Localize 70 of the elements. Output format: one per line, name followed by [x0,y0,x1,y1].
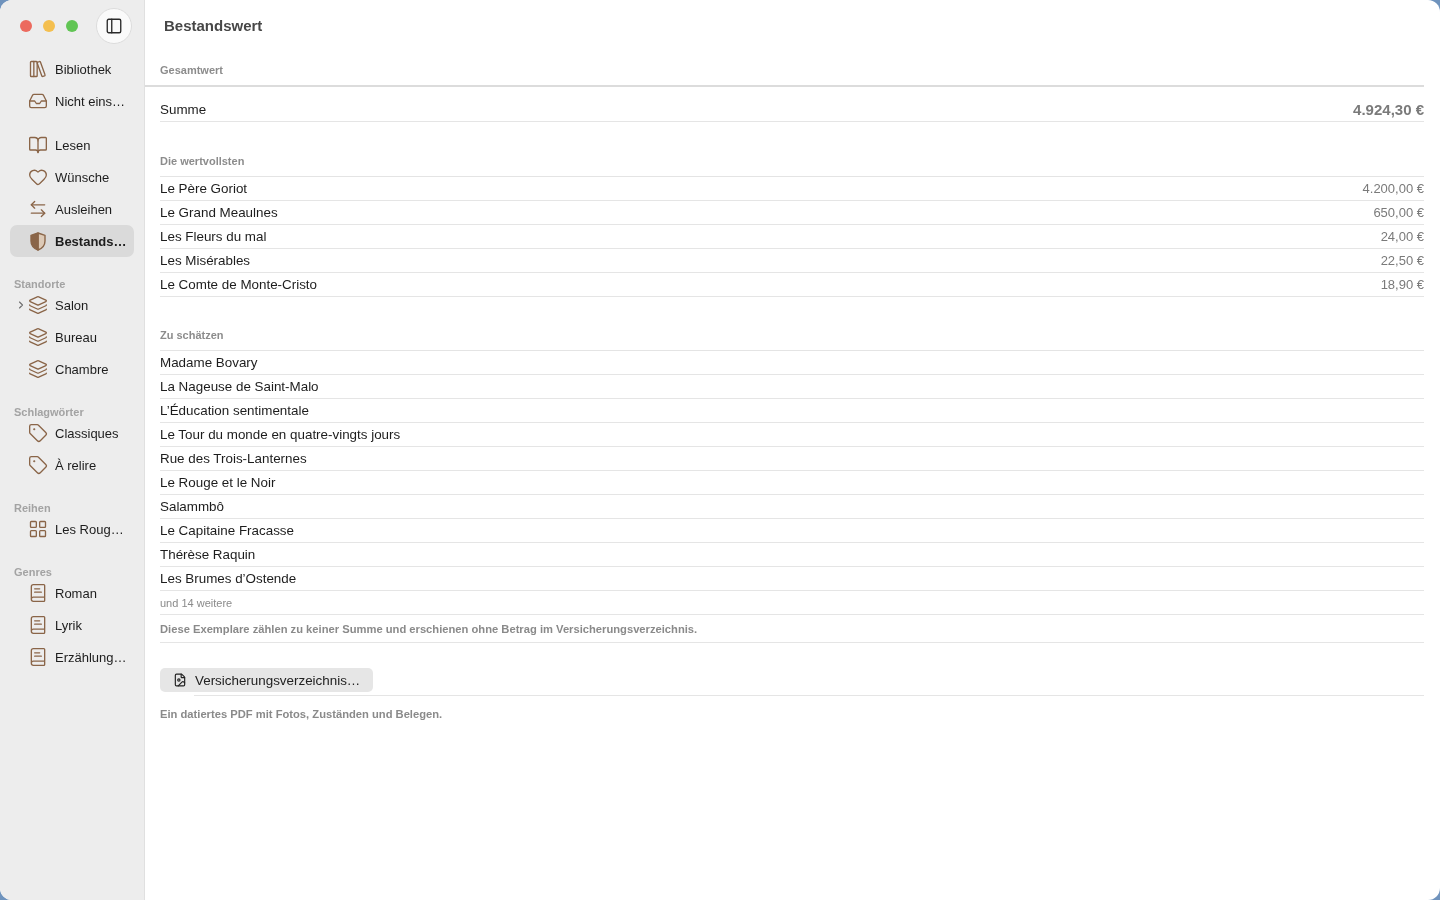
sidebar-item[interactable]: Roman [10,577,134,609]
section-heading: Zu schätzen [160,329,224,341]
export-note: Ein datiertes PDF mit Fotos, Zuständen und Belegen. [160,708,443,720]
book-title: Le Père Goriot [160,181,248,196]
sidebar-item[interactable]: Salon [10,289,134,321]
book-value: 22,50 € [1380,253,1424,268]
book-icon [28,583,48,603]
book-title: Le Tour du monde en quatre-vingts jours [160,427,401,442]
document-image-icon [173,673,187,687]
heart-icon [28,167,48,187]
book-title: Les Misérables [160,253,251,268]
close-button[interactable] [20,20,32,32]
book-title: Salammbô [160,499,224,514]
book-title: Madame Bovary [160,355,258,370]
sidebar-toggle-button[interactable] [96,8,132,44]
sidebar-item[interactable]: À relire [10,449,134,481]
sidebar-item[interactable]: Lyrik [10,609,134,641]
sidebar-item[interactable]: Les Roug… [10,513,134,545]
shield-icon [30,231,46,251]
sidebar-section-title: Schlagwörter [14,406,84,418]
sidebar-icon [105,17,123,35]
book-value: 18,90 € [1380,277,1424,292]
book-title: Le Comte de Monte-Cristo [160,277,318,292]
layers-icon [28,327,48,347]
book-icon [28,647,48,667]
sidebar-section-title: Standorte [14,278,66,290]
sidebar-item[interactable]: Wünsche [10,161,134,193]
sidebar-section-title: Reihen [14,502,51,514]
total-value: 4.924,30 € [1353,101,1424,118]
sidebar-item[interactable]: Lesen [10,129,134,161]
tag-icon [28,455,48,475]
total-label: Summe [160,102,207,117]
grid-icon [28,519,48,539]
sidebar-item[interactable]: Chambre [10,353,134,385]
section-note: Diese Exemplare zählen zu keiner Summe und erschienen ohne Betrag im Versicherungsverzeichnis. [160,622,698,635]
export-button[interactable]: Versicherungsverzeichnis… [160,668,374,692]
book-icon [28,615,48,635]
sidebar-item[interactable]: Erzählung… [10,641,134,673]
tag-icon [28,423,48,443]
left-right-arrows-icon [28,199,48,219]
tray-icon [28,91,48,111]
book-value: 4.200,00 € [1362,181,1424,196]
sidebar-item[interactable]: Ausleihen [10,193,134,225]
section-heading: Gesamtwert [160,64,223,76]
section-heading: Die wertvollsten [160,155,245,167]
books-icon [28,59,48,79]
sidebar-section-title: Genres [14,566,52,578]
book-title: Les Fleurs du mal [160,229,267,244]
book-title: L’Éducation sentimentale [160,403,309,418]
book-value: 24,00 € [1380,229,1424,244]
book-title: Le Rouge et le Noir [160,475,276,490]
sidebar-item[interactable]: Bestands… [10,225,134,257]
page-title: Bestandswert [164,16,263,34]
book-title: Thérèse Raquin [160,547,256,562]
book-title: Le Grand Meaulnes [160,205,278,220]
more-count-text: und 14 weitere [160,596,233,609]
layers-icon [28,359,48,379]
sidebar-item[interactable]: Nicht eins… [10,85,134,117]
sidebar-item[interactable]: Bureau [10,321,134,353]
book-value: 650,00 € [1373,205,1424,220]
layers-icon [28,295,48,315]
sidebar-item[interactable]: Classiques [10,417,134,449]
book-title: Rue des Trois-Lanternes [160,451,307,466]
minimize-button[interactable] [43,20,55,32]
zoom-button[interactable] [66,20,78,32]
open-book-icon [28,135,48,155]
book-title: La Nageuse de Saint-Malo [160,379,319,394]
book-title: Les Brumes d’Ostende [160,571,297,586]
sidebar-item[interactable]: Bibliothek [10,53,134,85]
book-title: Le Capitaine Fracasse [160,523,294,538]
